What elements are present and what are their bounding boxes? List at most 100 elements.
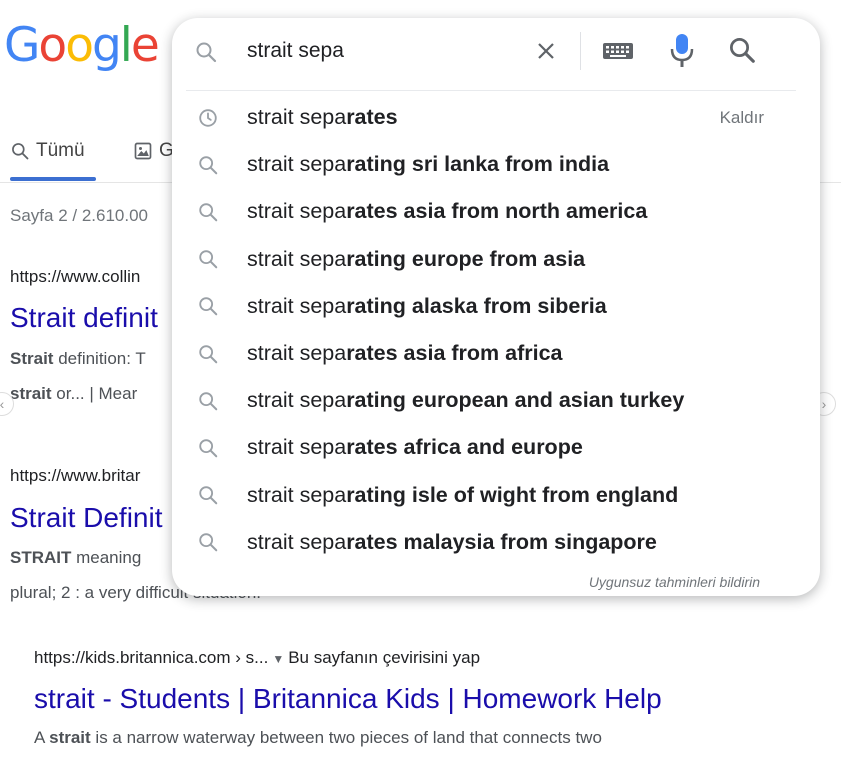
typed-part: strait sepa	[247, 529, 347, 554]
logo-letter: o	[38, 18, 67, 73]
result-url[interactable]: https://www.collin	[10, 267, 140, 287]
search-icon	[197, 248, 219, 270]
suggestion-text: strait separating sri lanka from india	[247, 152, 609, 177]
snippet-text: is a narrow waterway between two pieces …	[90, 728, 602, 747]
result-url[interactable]: https://kids.britannica.com › s... ▼ Bu sa…	[34, 648, 480, 668]
tab-images[interactable]: G	[133, 136, 174, 166]
completion-part: rates asia from north america	[346, 199, 648, 224]
history-icon	[197, 107, 219, 129]
suggestion-text: strait separates asia from africa	[247, 341, 563, 366]
chevron-right-icon: ›	[821, 396, 827, 412]
suggestion-text: strait separates asia from north america	[247, 199, 647, 224]
suggestion-item[interactable]: strait separates malaysia from singapore	[172, 519, 820, 566]
remove-history-link[interactable]: Kaldır	[720, 108, 764, 128]
suggestion-list: strait separates Kaldır strait separatin…	[172, 94, 820, 566]
suggestion-item[interactable]: strait separates asia from north america	[172, 188, 820, 235]
suggestion-item[interactable]: strait separates asia from africa	[172, 330, 820, 377]
search-icon	[12, 143, 29, 160]
suggestion-item[interactable]: strait separating sri lanka from india	[172, 141, 820, 188]
completion-part: rating alaska from siberia	[346, 293, 607, 318]
translate-link[interactable]: Bu sayfanın çevirisini yap	[288, 648, 480, 667]
divider	[580, 32, 581, 70]
typed-part: strait sepa	[247, 388, 347, 413]
result-snippet: STRAIT meaning	[10, 548, 141, 568]
completion-part: rating isle of wight from england	[346, 482, 679, 507]
search-icon	[197, 437, 219, 459]
microphone-icon[interactable]	[669, 32, 695, 70]
snippet-text: definition: T	[53, 349, 146, 368]
suggestion-text: strait separating isle of wight from eng…	[247, 483, 678, 508]
typed-part: strait sepa	[247, 435, 347, 460]
suggestion-item[interactable]: strait separating european and asian tur…	[172, 377, 820, 424]
suggestion-text: strait separates	[247, 105, 398, 130]
image-icon	[134, 142, 152, 160]
google-logo[interactable]: Google	[4, 18, 160, 73]
completion-part: rating europe from asia	[346, 246, 586, 271]
typed-part: strait sepa	[247, 152, 347, 177]
suggestions-divider	[186, 90, 796, 91]
suggestion-item[interactable]: strait separates africa and europe	[172, 424, 820, 471]
typed-part: strait sepa	[247, 341, 347, 366]
result-title[interactable]: strait - Students | Britannica Kids | Ho…	[34, 683, 662, 715]
completion-part: rating european and asian turkey	[346, 388, 685, 413]
suggestion-item[interactable]: strait separating europe from asia	[172, 236, 820, 283]
snippet-bold: STRAIT	[10, 548, 72, 567]
search-input[interactable]	[247, 34, 537, 68]
report-predictions-link[interactable]: Uygunsuz tahminleri bildirin	[589, 574, 760, 590]
typed-part: strait sepa	[247, 482, 347, 507]
result-snippet: A strait is a narrow waterway between tw…	[34, 728, 602, 748]
search-row	[172, 18, 820, 84]
completion-part: rates malaysia from singapore	[346, 529, 657, 554]
logo-letter: e	[130, 18, 160, 73]
logo-letter: o	[65, 18, 94, 73]
suggestion-text: strait separates africa and europe	[247, 435, 583, 460]
completion-part: rating sri lanka from india	[346, 152, 610, 177]
snippet-text: or... | Mear	[51, 384, 138, 403]
completion-part: rates	[346, 105, 398, 130]
suggestion-item[interactable]: strait separates Kaldır	[172, 94, 820, 141]
result-url[interactable]: https://www.britar	[10, 466, 140, 486]
tab-all-label: Tümü	[36, 140, 85, 161]
close-icon	[538, 43, 554, 59]
typed-part: strait sepa	[247, 246, 347, 271]
typed-part: strait sepa	[247, 293, 347, 318]
suggestion-item[interactable]: strait separating alaska from siberia	[172, 283, 820, 330]
logo-letter: G	[4, 18, 40, 73]
result-url-text: https://kids.britannica.com › s...	[34, 648, 269, 667]
tab-all[interactable]: Tümü	[10, 136, 85, 166]
result-stats: Sayfa 2 / 2.610.00	[10, 206, 148, 225]
keyboard-icon[interactable]	[602, 40, 634, 62]
snippet-text: A	[34, 728, 50, 747]
suggestion-text: strait separates malaysia from singapore	[247, 530, 657, 555]
search-icon	[197, 343, 219, 365]
suggestion-text: strait separating european and asian tur…	[247, 388, 684, 413]
search-icon	[197, 154, 219, 176]
search-submit-icon[interactable]	[727, 35, 757, 65]
suggestion-text: strait separating europe from asia	[247, 247, 585, 272]
clear-button[interactable]	[531, 36, 561, 66]
dropdown-arrow-icon[interactable]: ▼	[272, 652, 284, 666]
result-title[interactable]: Strait Definit	[10, 502, 163, 534]
result-title[interactable]: Strait definit	[10, 302, 158, 334]
result-snippet: strait or... | Mear	[10, 384, 137, 404]
snippet-bold: Strait	[10, 349, 54, 368]
snippet-bold: strait	[49, 728, 91, 747]
result-snippet: Strait definition: T	[10, 349, 146, 369]
suggestion-text: strait separating alaska from siberia	[247, 294, 607, 319]
chevron-left-icon: ‹	[0, 396, 5, 412]
search-icon	[197, 390, 219, 412]
snippet-bold: strait	[10, 384, 52, 403]
completion-part: rates asia from africa	[346, 341, 563, 366]
active-tab-indicator	[10, 177, 96, 181]
logo-letter: g	[91, 18, 122, 73]
suggestion-item[interactable]: strait separating isle of wight from eng…	[172, 472, 820, 519]
search-icon	[196, 42, 217, 63]
search-icon	[197, 531, 219, 553]
search-icon	[197, 201, 219, 223]
logo-letter: l	[119, 18, 133, 73]
completion-part: rates africa and europe	[346, 435, 583, 460]
typed-part: strait sepa	[247, 199, 347, 224]
snippet-text: meaning	[71, 548, 142, 567]
search-icon	[197, 484, 219, 506]
typed-part: strait sepa	[247, 105, 347, 130]
